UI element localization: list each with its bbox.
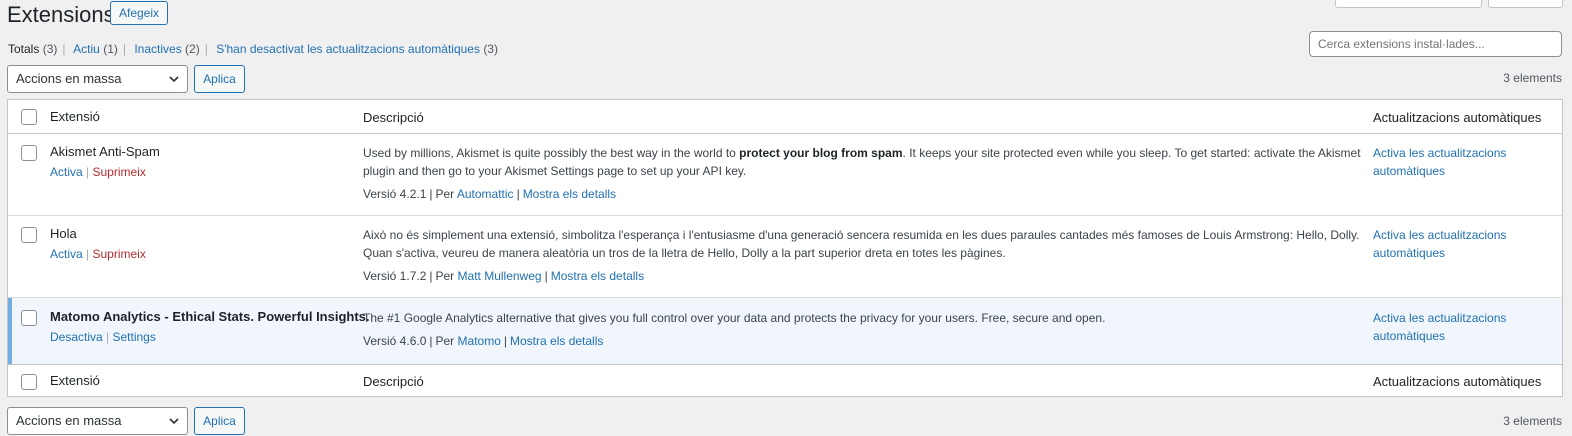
plugin-name: Hola [50, 226, 77, 241]
apply-button-bottom[interactable]: Aplica [194, 407, 245, 435]
view-details-link[interactable]: Mostra els detalls [523, 187, 616, 201]
table-header-row: Extensió Descripció Actualitzacions auto… [8, 100, 1562, 134]
add-plugin-button[interactable]: Afegeix [110, 1, 169, 25]
author-link[interactable]: Automattic [457, 187, 514, 201]
plugin-name: Akismet Anti-Spam [50, 144, 160, 159]
author-link[interactable]: Matomo [458, 334, 501, 348]
chevron-down-icon [169, 418, 179, 425]
row-actions: Desactiva | Settings [50, 330, 156, 344]
plugin-description: Això no és simplement una extensió, simb… [363, 228, 1360, 260]
column-footer-name: Extensió [50, 373, 100, 388]
enable-auto-updates-link[interactable]: Activa les actualitzacions automàtiques [1373, 226, 1506, 262]
help-button[interactable] [1488, 0, 1563, 8]
screen-options-button[interactable] [1335, 0, 1482, 8]
plugin-meta: Versió 4.2.1 | Per Automattic | Mostra els d… [363, 187, 617, 201]
search-plugins-input[interactable] [1309, 31, 1562, 57]
view-details-link[interactable]: Mostra els detalls [510, 334, 603, 348]
chevron-down-icon [169, 76, 179, 83]
plugin-description: The #1 Google Analytics alternative that… [363, 311, 1106, 325]
column-header-name: Extensió [50, 109, 100, 124]
items-count-bottom: 3 elements [1503, 414, 1562, 428]
filter-auto-updates-disabled[interactable]: S'han desactivat les actualitzacions aut… [216, 42, 480, 56]
filter-active[interactable]: Actiu [73, 42, 100, 56]
author-link[interactable]: Matt Mullenweg [458, 269, 542, 283]
activate-link[interactable]: Activa [50, 165, 83, 179]
delete-link[interactable]: Suprimeix [92, 247, 145, 261]
select-all-checkbox[interactable] [21, 374, 37, 390]
column-footer-description: Descripció [363, 374, 424, 389]
select-all-checkbox[interactable] [21, 109, 37, 125]
active-indicator [8, 298, 12, 364]
plugins-table: Extensió Descripció Actualitzacions auto… [7, 99, 1563, 397]
bulk-actions-select-bottom[interactable]: Accions en massa [7, 407, 188, 435]
table-row: Akismet Anti-Spam Activa | Suprimeix Use… [8, 134, 1562, 216]
column-footer-auto-updates[interactable]: Actualitzacions automàtiques [1373, 373, 1541, 391]
table-row-active: Matomo Analytics - Ethical Stats. Powerf… [8, 298, 1562, 364]
status-filters: Totals (3) | Actiu (1) | Inactives (2) | S'… [8, 42, 498, 56]
plugin-name: Matomo Analytics - Ethical Stats. Powerf… [50, 309, 370, 324]
row-checkbox[interactable] [21, 145, 37, 161]
apply-button[interactable]: Aplica [194, 65, 245, 93]
plugin-meta: Versió 1.7.2 | Per Matt Mullenweg | Mostra e… [363, 269, 645, 283]
row-actions: Activa | Suprimeix [50, 247, 146, 261]
bulk-actions-select[interactable]: Accions en massa [7, 65, 188, 93]
row-checkbox[interactable] [21, 227, 37, 243]
items-count: 3 elements [1503, 71, 1562, 85]
filter-inactive[interactable]: Inactives [134, 42, 181, 56]
delete-link[interactable]: Suprimeix [92, 165, 145, 179]
row-actions: Activa | Suprimeix [50, 165, 146, 179]
settings-link[interactable]: Settings [112, 330, 155, 344]
deactivate-link[interactable]: Desactiva [50, 330, 103, 344]
plugin-description: Used by millions, Akismet is quite possi… [363, 146, 1361, 178]
view-details-link[interactable]: Mostra els detalls [551, 269, 644, 283]
page-title: Extensions [7, 2, 115, 27]
table-footer-row: Extensió Descripció Actualitzacions auto… [8, 364, 1562, 396]
enable-auto-updates-link[interactable]: Activa les actualitzacions automàtiques [1373, 144, 1506, 180]
plugin-meta: Versió 4.6.0 | Per Matomo | Mostra els detal… [363, 334, 604, 348]
row-checkbox[interactable] [21, 310, 37, 326]
enable-auto-updates-link[interactable]: Activa les actualitzacions automàtiques [1373, 309, 1506, 345]
column-header-description: Descripció [363, 110, 424, 125]
activate-link[interactable]: Activa [50, 247, 83, 261]
table-row: Hola Activa | Suprimeix Això no és simpl… [8, 216, 1562, 298]
column-header-auto-updates[interactable]: Actualitzacions automàtiques [1373, 109, 1541, 127]
filter-all[interactable]: Totals [8, 42, 39, 56]
